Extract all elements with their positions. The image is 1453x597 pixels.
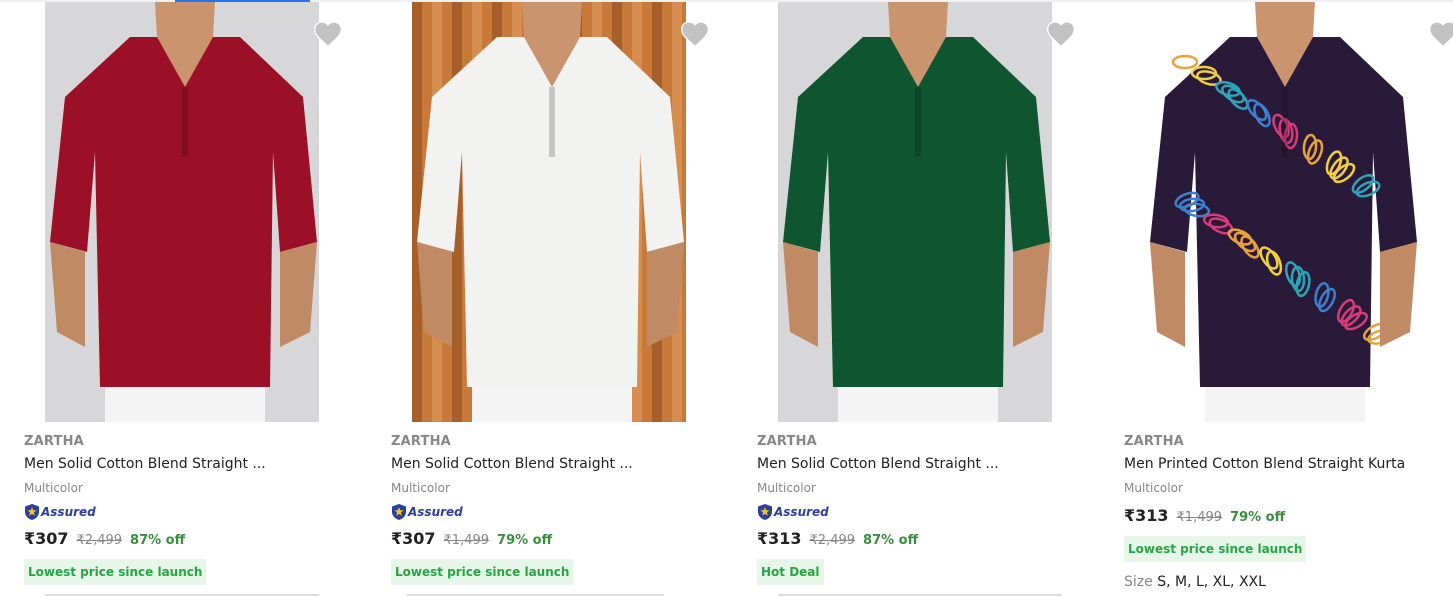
product-color: Multicolor <box>24 481 83 495</box>
product-info: ZARTHA Men Solid Cotton Blend Straight .… <box>757 433 1098 585</box>
product-info: ZARTHA Men Solid Cotton Blend Straight .… <box>391 433 732 585</box>
product-image-container[interactable] <box>733 2 1098 422</box>
next-row-divider <box>778 594 1062 596</box>
heart-icon[interactable] <box>679 18 711 50</box>
discount-percent: 79% off <box>497 533 553 548</box>
size-values: S, M, L, XL, XXL <box>1157 574 1266 590</box>
size-label: Size <box>1124 574 1153 590</box>
selling-price: ₹307 <box>24 529 69 548</box>
product-image-container[interactable] <box>0 2 365 422</box>
brand-name: ZARTHA <box>24 434 84 449</box>
deal-badge: Hot Deal <box>757 559 824 585</box>
product-color: Multicolor <box>1124 481 1183 495</box>
brand-name: ZARTHA <box>391 434 451 449</box>
original-price: ₹1,499 <box>443 533 490 548</box>
product-card[interactable]: ZARTHA Men Solid Cotton Blend Straight .… <box>367 0 732 597</box>
assured-label: Assured <box>774 505 829 519</box>
brand-name: ZARTHA <box>1124 434 1184 449</box>
assured-label: Assured <box>41 505 96 519</box>
selling-price: ₹313 <box>757 529 802 548</box>
product-image-container[interactable] <box>367 2 732 422</box>
shield-icon <box>25 504 39 520</box>
assured-badge: Assured <box>757 503 1098 521</box>
product-title[interactable]: Men Printed Cotton Blend Straight Kurta <box>1124 455 1453 473</box>
price-row: ₹313 ₹1,499 79% off <box>1124 506 1453 526</box>
product-image[interactable] <box>778 2 1052 422</box>
shield-icon <box>758 504 772 520</box>
product-title[interactable]: Men Solid Cotton Blend Straight ... <box>391 455 732 473</box>
product-image-container[interactable] <box>1100 2 1453 422</box>
product-card[interactable]: ZARTHA Men Printed Cotton Blend Straight… <box>1100 0 1453 597</box>
product-color: Multicolor <box>757 481 816 495</box>
assured-badge: Assured <box>391 503 732 521</box>
product-image[interactable] <box>45 2 319 422</box>
original-price: ₹2,499 <box>76 533 123 548</box>
price-row: ₹307 ₹1,499 79% off <box>391 529 732 549</box>
brand-name: ZARTHA <box>757 434 817 449</box>
heart-icon[interactable] <box>312 18 344 50</box>
product-info: ZARTHA Men Printed Cotton Blend Straight… <box>1124 433 1453 590</box>
price-row: ₹307 ₹2,499 87% off <box>24 529 365 549</box>
product-grid: ZARTHA Men Solid Cotton Blend Straight .… <box>0 0 1453 597</box>
assured-badge: Assured <box>24 503 365 521</box>
deal-badge: Lowest price since launch <box>1124 536 1307 562</box>
product-image[interactable] <box>412 2 686 422</box>
product-card[interactable]: ZARTHA Men Solid Cotton Blend Straight .… <box>733 0 1098 597</box>
discount-percent: 79% off <box>1230 510 1286 525</box>
selling-price: ₹307 <box>391 529 436 548</box>
discount-percent: 87% off <box>130 533 186 548</box>
next-row-divider <box>45 594 319 596</box>
product-title[interactable]: Men Solid Cotton Blend Straight ... <box>24 455 365 473</box>
size-options: Size S, M, L, XL, XXL <box>1124 574 1453 590</box>
next-row-divider <box>407 594 664 596</box>
shield-icon <box>392 504 406 520</box>
assured-label: Assured <box>408 505 463 519</box>
heart-icon[interactable] <box>1045 18 1077 50</box>
product-image[interactable] <box>1145 2 1419 422</box>
heart-icon[interactable] <box>1427 18 1453 50</box>
price-row: ₹313 ₹2,499 87% off <box>757 529 1098 549</box>
discount-percent: 87% off <box>863 533 919 548</box>
product-title[interactable]: Men Solid Cotton Blend Straight ... <box>757 455 1098 473</box>
original-price: ₹2,499 <box>809 533 856 548</box>
product-card[interactable]: ZARTHA Men Solid Cotton Blend Straight .… <box>0 0 365 597</box>
deal-badge: Lowest price since launch <box>24 559 207 585</box>
product-info: ZARTHA Men Solid Cotton Blend Straight .… <box>24 433 365 585</box>
original-price: ₹1,499 <box>1176 510 1223 525</box>
selling-price: ₹313 <box>1124 506 1169 525</box>
product-color: Multicolor <box>391 481 450 495</box>
deal-badge: Lowest price since launch <box>391 559 574 585</box>
